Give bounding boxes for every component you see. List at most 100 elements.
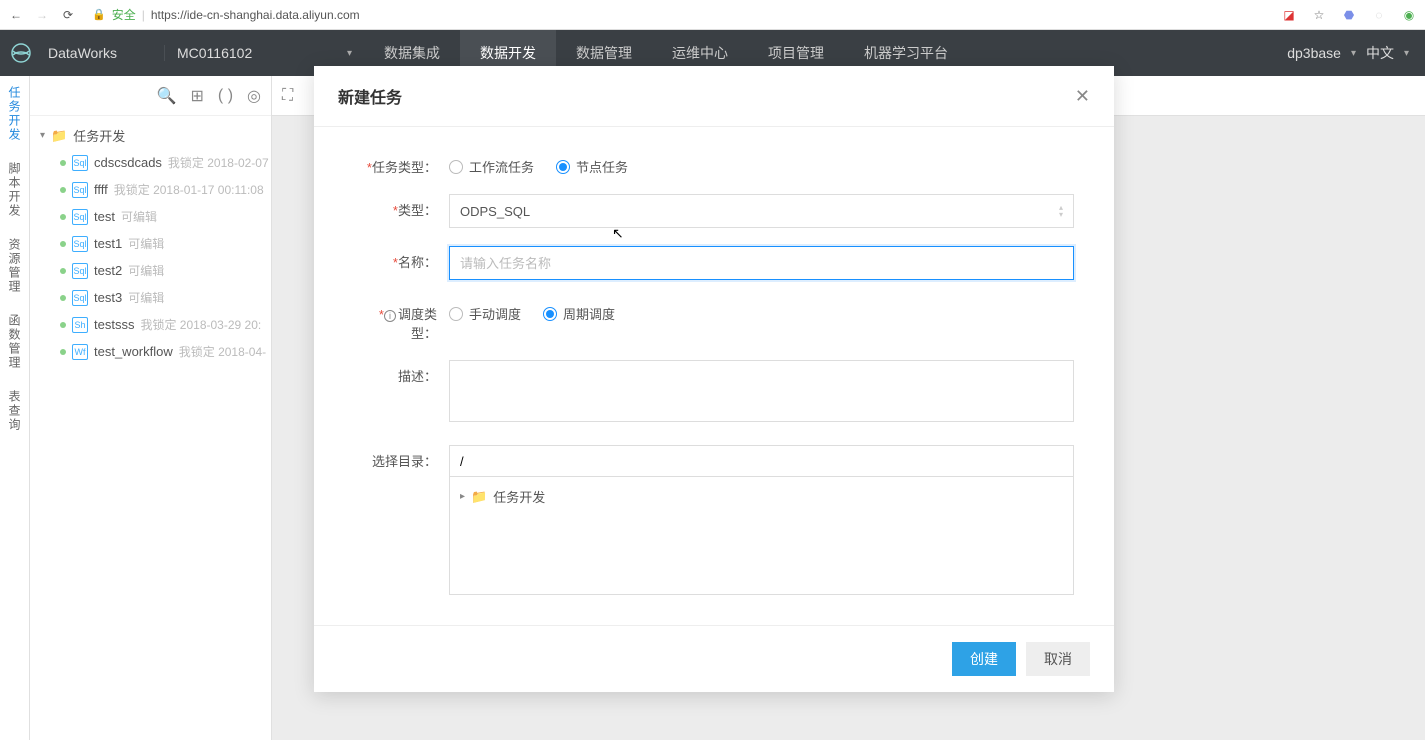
forward-icon[interactable]: → (34, 8, 50, 22)
close-icon[interactable]: ✕ (1075, 86, 1090, 107)
side-toolbar: 🔍 ⊞ ( ) ◎ (30, 76, 271, 116)
tree-item[interactable]: Sql test2 可编辑 (30, 257, 271, 284)
tree-item[interactable]: Sql ffff 我锁定 2018-01-17 00:11:08 (30, 176, 271, 203)
schedule-radio-group: 手动调度 周期调度 (449, 298, 1074, 323)
tree-item-name: testsss (94, 317, 134, 332)
locate-icon[interactable]: ◎ (247, 86, 261, 106)
extension-icon-4[interactable]: ◉ (1401, 7, 1417, 23)
file-tree: ▾ 📁 任务开发 Sql cdscsdcads 我锁定 2018-02-07 S… (30, 116, 271, 371)
rail-resources[interactable]: 资源管理 (6, 234, 23, 298)
reload-icon[interactable]: ⟳ (60, 8, 76, 22)
logo-icon[interactable] (0, 41, 42, 65)
radio-node-task[interactable]: 节点任务 (556, 157, 628, 176)
project-name: MC0116102 (177, 45, 252, 61)
dir-tree-label: 任务开发 (493, 487, 545, 506)
tree-item-meta: 可编辑 (121, 208, 157, 225)
tree-item[interactable]: Sql test1 可编辑 (30, 230, 271, 257)
chevron-down-icon: ▾ (1404, 48, 1409, 59)
side-panel: 🔍 ⊞ ( ) ◎ ▾ 📁 任务开发 Sql cdscsdcads 我锁定 20… (30, 76, 272, 740)
type-select[interactable]: ODPS_SQL ▴▾ (449, 194, 1074, 228)
secure-label: 安全 (112, 6, 136, 23)
cancel-button[interactable]: 取消 (1026, 642, 1090, 676)
name-input[interactable] (449, 246, 1074, 280)
tree-item[interactable]: Sh testsss 我锁定 2018-03-29 20: (30, 311, 271, 338)
description-textarea[interactable] (449, 360, 1074, 422)
extension-icon-1[interactable]: ◪ (1281, 7, 1297, 23)
radio-manual[interactable]: 手动调度 (449, 304, 521, 323)
project-selector[interactable]: MC0116102 ▾ (164, 45, 364, 61)
folder-icon: 📁 (471, 489, 487, 505)
folder-icon: 📁 (51, 128, 67, 144)
directory-input[interactable] (449, 445, 1074, 477)
extension-icon-2[interactable]: ⬣ (1341, 7, 1357, 23)
tree-item-name: test3 (94, 290, 122, 305)
file-type-icon: Sql (72, 155, 88, 171)
status-dot-icon (60, 187, 66, 193)
status-dot-icon (60, 160, 66, 166)
user-label[interactable]: dp3base (1287, 45, 1341, 61)
file-type-icon: Sql (72, 263, 88, 279)
chevron-down-icon: ▾ (1351, 48, 1356, 59)
label-type: 类型： (398, 203, 437, 218)
rail-task-dev[interactable]: 任务开发 (6, 82, 23, 146)
radio-periodic[interactable]: 周期调度 (543, 304, 615, 323)
left-rail: 任务开发 脚本开发 资源管理 函数管理 表查询 (0, 76, 30, 740)
url-text: https://ide-cn-shanghai.data.aliyun.com (151, 8, 360, 22)
extension-icon-3[interactable]: ◌ (1371, 7, 1387, 23)
dir-tree-item[interactable]: ▸ 📁 任务开发 (460, 487, 1063, 506)
directory-tree: ▸ 📁 任务开发 (449, 477, 1074, 595)
status-dot-icon (60, 268, 66, 274)
type-value: ODPS_SQL (460, 204, 530, 219)
back-icon[interactable]: ← (8, 8, 24, 22)
label-name: 名称： (398, 255, 437, 270)
file-type-icon: Sql (72, 182, 88, 198)
chevron-down-icon: ▾ (347, 48, 352, 59)
search-icon[interactable]: 🔍 (157, 86, 177, 106)
select-caret-icon: ▴▾ (1059, 204, 1063, 218)
status-dot-icon (60, 214, 66, 220)
label-task-type: 任务类型： (372, 160, 437, 175)
status-dot-icon (60, 241, 66, 247)
create-button[interactable]: 创建 (952, 642, 1016, 676)
chevron-right-icon: ▸ (460, 491, 465, 502)
tree-item-name: test1 (94, 236, 122, 251)
label-schedule: 调度类型： (398, 307, 437, 341)
brand-label: DataWorks (42, 45, 164, 61)
rail-tables[interactable]: 表查询 (6, 386, 23, 436)
tree-item-meta: 我锁定 2018-03-29 20: (140, 316, 261, 333)
tree-item-name: test2 (94, 263, 122, 278)
file-type-icon: Sql (72, 236, 88, 252)
tree-item-name: test_workflow (94, 344, 173, 359)
tree-item[interactable]: Sql cdscsdcads 我锁定 2018-02-07 (30, 149, 271, 176)
label-desc: 描述： (398, 369, 437, 384)
status-dot-icon (60, 349, 66, 355)
info-icon: i (384, 310, 396, 322)
tree-item[interactable]: Sql test3 可编辑 (30, 284, 271, 311)
tree-root[interactable]: ▾ 📁 任务开发 (30, 122, 271, 149)
tree-item-meta: 我锁定 2018-02-07 (168, 154, 269, 171)
tree-item-meta: 我锁定 2018-01-17 00:11:08 (114, 181, 264, 198)
rail-script-dev[interactable]: 脚本开发 (6, 158, 23, 222)
label-dir: 选择目录： (372, 454, 437, 469)
radio-workflow-task[interactable]: 工作流任务 (449, 157, 534, 176)
refresh-icon[interactable]: ( ) (218, 87, 233, 105)
tree-root-label: 任务开发 (73, 126, 125, 145)
star-icon[interactable]: ☆ (1311, 7, 1327, 23)
add-icon[interactable]: ⊞ (191, 86, 204, 106)
rail-functions[interactable]: 函数管理 (6, 310, 23, 374)
tree-item-name: test (94, 209, 115, 224)
file-type-icon: Sql (72, 209, 88, 225)
fullscreen-icon[interactable]: ⛶ (282, 87, 293, 105)
lang-label[interactable]: 中文 (1366, 43, 1394, 63)
file-type-icon: Sql (72, 290, 88, 306)
file-type-icon: Sh (72, 317, 88, 333)
browser-address-bar: ← → ⟳ 🔒 安全 | https://ide-cn-shanghai.dat… (0, 0, 1425, 30)
tree-item-name: ffff (94, 182, 108, 197)
chevron-down-icon: ▾ (40, 130, 45, 141)
file-type-icon: Wf (72, 344, 88, 360)
tree-item[interactable]: Wf test_workflow 我锁定 2018-04- (30, 338, 271, 365)
lock-icon: 🔒 (92, 8, 106, 21)
task-type-radio-group: 工作流任务 节点任务 (449, 151, 1074, 176)
tree-item[interactable]: Sql test 可编辑 (30, 203, 271, 230)
url-box[interactable]: 🔒 安全 | https://ide-cn-shanghai.data.aliy… (86, 6, 1267, 23)
